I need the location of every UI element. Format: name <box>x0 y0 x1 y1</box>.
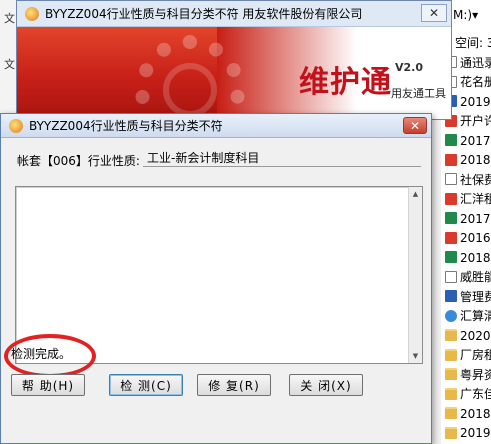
explorer-file-label: 通迅录 <box>460 55 491 70</box>
explorer-file-item[interactable]: 2018年 <box>441 247 491 267</box>
explorer-file-label: 汇洋租 <box>460 192 491 206</box>
folder-file-icon <box>445 368 457 380</box>
pdf-file-icon <box>445 231 457 244</box>
explorer-file-label: 2019年 <box>460 426 491 440</box>
explorer-file-label: 威胜能 <box>460 270 491 284</box>
explorer-file-label: 2019年 <box>460 94 491 109</box>
explorer-file-label: 粤昇资 <box>460 367 491 382</box>
dialog-title: BYYZZ004行业性质与科目分类不符 <box>29 119 223 133</box>
explorer-file-item[interactable]: 厂房租 <box>441 345 491 365</box>
scroll-up-arrow-icon[interactable]: ▲ <box>409 187 422 201</box>
explorer-file-item[interactable]: 社保费 <box>441 169 491 189</box>
explorer-file-label: 管理费 <box>460 289 491 304</box>
help-button[interactable]: 帮 助(H) <box>11 374 85 396</box>
explorer-file-label: 开户许 <box>460 114 491 128</box>
explorer-file-label: 2020年 <box>460 328 491 343</box>
explorer-file-label: 广东佳 <box>460 387 491 401</box>
explorer-file-label: 2016年 <box>460 231 491 245</box>
doc-file-icon <box>445 270 457 283</box>
explorer-file-item[interactable]: 汇洋租 <box>441 189 491 209</box>
explorer-file-label: 2018年 <box>460 153 491 167</box>
result-list-scrollbar[interactable]: ▲ ▼ <box>408 187 422 363</box>
brand-subtitle: 用友通工具 <box>391 87 446 100</box>
gear-icon <box>163 63 217 117</box>
explorer-file-item[interactable]: 2019年 <box>441 423 491 443</box>
pdf-file-icon <box>445 153 457 166</box>
repair-button[interactable]: 修 复(R) <box>197 374 271 396</box>
background-left-glyph: 文 <box>4 12 15 25</box>
dialog-close-button[interactable]: ✕ <box>403 117 427 134</box>
word-file-icon <box>445 290 457 302</box>
excel-file-icon <box>445 212 457 224</box>
explorer-file-label: 2018年 <box>460 406 491 421</box>
explorer-file-item[interactable]: 2018年 <box>441 403 491 423</box>
explorer-file-label: 2017年 <box>460 133 491 148</box>
folder-file-icon <box>445 387 457 400</box>
folder-file-icon <box>445 348 457 361</box>
explorer-file-label: 汇算清 <box>460 309 491 323</box>
explorer-file-item[interactable]: 管理费 <box>441 286 491 306</box>
account-industry-value: 工业-新会计制度科目 <box>143 150 421 167</box>
app-file-icon <box>445 309 457 322</box>
explorer-file-item[interactable]: 广东佳 <box>441 384 491 404</box>
check-button[interactable]: 检 测(C) <box>109 374 183 396</box>
explorer-file-item[interactable]: 2020年 <box>441 325 491 345</box>
annotation-circle <box>4 334 96 378</box>
brand-version: V2.0 <box>395 61 423 74</box>
folder-file-icon <box>445 407 457 419</box>
explorer-address-fragment[interactable]: M:)▾ <box>453 8 478 22</box>
explorer-space-fragment: 空间: 3 <box>455 36 491 50</box>
background-left-glyph: 文 <box>4 58 15 71</box>
explorer-file-item[interactable]: 2017年 <box>441 208 491 228</box>
back-window-maintenance-tool: BYYZZ004行业性质与科目分类不符 用友软件股份有限公司 ✕ 维护通 V2.… <box>16 0 452 120</box>
folder-file-icon <box>445 329 457 341</box>
folder-file-icon <box>445 426 457 439</box>
explorer-file-label: 2018年 <box>460 250 491 265</box>
account-industry-label: 帐套【006】行业性质: <box>17 154 140 168</box>
dialog-titlebar[interactable]: BYYZZ004行业性质与科目分类不符 ✕ <box>1 114 431 138</box>
excel-file-icon <box>445 251 457 263</box>
close-button[interactable]: 关 闭(X) <box>289 374 363 396</box>
explorer-file-item[interactable]: 2018年 <box>441 150 491 170</box>
explorer-file-item[interactable]: 2016年 <box>441 228 491 248</box>
app-icon <box>9 118 23 133</box>
explorer-file-item[interactable]: 威胜能 <box>441 267 491 287</box>
back-window-titlebar[interactable]: BYYZZ004行业性质与科目分类不符 用友软件股份有限公司 ✕ <box>17 1 451 27</box>
excel-file-icon <box>445 134 457 146</box>
explorer-file-item[interactable]: 汇算清 <box>441 306 491 326</box>
pdf-file-icon <box>445 192 457 205</box>
explorer-file-label: 社保费 <box>460 172 491 187</box>
explorer-file-item[interactable]: 2017年 <box>441 130 491 150</box>
explorer-file-label: 厂房租 <box>460 348 491 362</box>
explorer-file-item[interactable]: 粤昇资 <box>441 364 491 384</box>
explorer-file-label: 2017年 <box>460 211 491 226</box>
back-window-close-button[interactable]: ✕ <box>421 4 447 22</box>
doc-file-icon <box>445 173 457 185</box>
brand-name: 维护通 <box>299 65 392 100</box>
scroll-down-arrow-icon[interactable]: ▼ <box>409 349 422 363</box>
check-dialog: BYYZZ004行业性质与科目分类不符 ✕ 帐套【006】行业性质: 工业-新会… <box>0 113 432 444</box>
product-banner: 维护通 V2.0 用友通工具 <box>17 27 451 119</box>
app-icon <box>25 6 39 21</box>
back-window-title: BYYZZ004行业性质与科目分类不符 用友软件股份有限公司 <box>45 7 363 21</box>
explorer-file-label: 花名册 <box>460 75 491 89</box>
